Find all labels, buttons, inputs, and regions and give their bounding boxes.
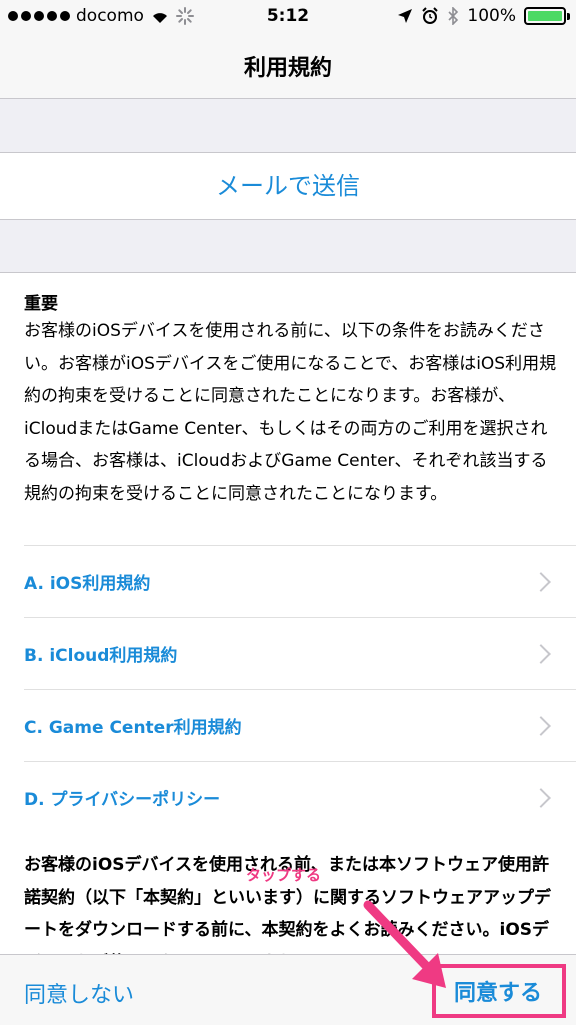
terms-link-label: C. Game Center利用規約: [24, 718, 242, 738]
bluetooth-icon: [448, 7, 459, 25]
send-mail-button[interactable]: メールで送信: [0, 153, 576, 219]
alarm-icon: [422, 7, 439, 24]
terms-heading: 重要: [24, 294, 58, 314]
tap-annotation-label: タップする: [246, 866, 322, 884]
terms-link-label: D. プライバシーポリシー: [24, 790, 221, 810]
page-title: 利用規約: [243, 56, 332, 81]
location-arrow-icon: [398, 9, 413, 23]
terms-link-game-center[interactable]: C. Game Center利用規約: [24, 689, 576, 761]
terms-link-privacy[interactable]: D. プライバシーポリシー: [24, 761, 576, 833]
chevron-right-icon: [531, 715, 551, 736]
terms-link-ios[interactable]: A. iOS利用規約: [24, 545, 576, 617]
status-bar: docomo 5:12 100%: [0, 0, 576, 34]
terms-link-icloud[interactable]: B. iCloud利用規約: [24, 617, 576, 689]
chevron-right-icon: [531, 571, 551, 592]
terms-link-list: A. iOS利用規約 B. iCloud利用規約 C. Game Center利…: [24, 545, 576, 833]
battery-icon: [524, 7, 570, 25]
chevron-right-icon: [531, 787, 551, 808]
agree-button[interactable]: 同意する: [454, 975, 542, 1007]
send-mail-cell[interactable]: メールで送信: [0, 152, 576, 220]
navigation-bar: 利用規約: [0, 34, 576, 99]
terms-intro-text: お客様のiOSデバイスを使用される前に、以下の条件をお読みください。お客様がiO…: [24, 321, 557, 504]
battery-percent: 100%: [467, 6, 516, 26]
disagree-button[interactable]: 同意しない: [24, 977, 134, 1009]
status-right: 100%: [397, 6, 570, 26]
terms-content[interactable]: 重要 お客様のiOSデバイスを使用される前に、以下の条件をお読みください。お客様…: [0, 272, 576, 955]
chevron-right-icon: [531, 643, 551, 664]
terms-link-label: A. iOS利用規約: [24, 574, 151, 594]
terms-link-label: B. iCloud利用規約: [24, 646, 178, 666]
